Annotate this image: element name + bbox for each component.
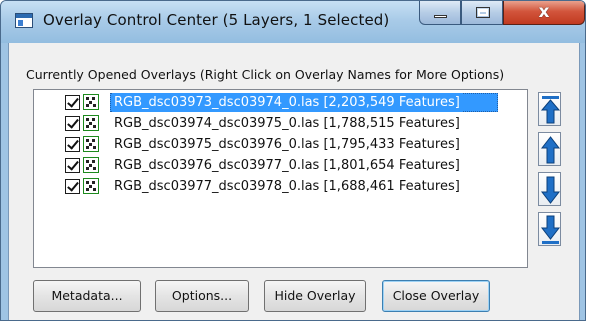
- metadata-button[interactable]: Metadata...: [33, 280, 141, 312]
- point-cloud-layer-icon: [83, 157, 99, 173]
- overlays-group-label: Currently Opened Overlays (Right Click o…: [26, 67, 505, 82]
- overlay-name: RGB_dsc03973_dsc03974_0.las [2,203,549 F…: [112, 93, 462, 112]
- move-to-bottom-icon: [540, 215, 561, 244]
- point-cloud-layer-icon: [83, 178, 99, 194]
- overlay-name: RGB_dsc03976_dsc03977_0.las [1,801,654 F…: [114, 158, 460, 173]
- overlay-name: RGB_dsc03975_dsc03976_0.las [1,795,433 F…: [114, 137, 460, 152]
- overlay-visibility-checkbox[interactable]: [65, 158, 80, 173]
- hide-overlay-button[interactable]: Hide Overlay: [264, 280, 366, 312]
- move-down-icon: [540, 176, 561, 204]
- close-window-button[interactable]: x: [503, 1, 585, 25]
- overlay-visibility-checkbox[interactable]: [65, 179, 80, 194]
- close-overlay-button[interactable]: Close Overlay: [382, 280, 490, 312]
- minimize-button[interactable]: [419, 1, 461, 25]
- move-up-icon: [540, 136, 561, 164]
- maximize-button[interactable]: [461, 1, 503, 25]
- overlay-list-item[interactable]: RGB_dsc03975_dsc03976_0.las [1,795,433 F…: [36, 135, 524, 154]
- overlay-name: RGB_dsc03977_dsc03978_0.las [1,688,461 F…: [114, 179, 460, 194]
- overlay-list-item[interactable]: RGB_dsc03976_dsc03977_0.las [1,801,654 F…: [36, 156, 524, 175]
- move-down-button[interactable]: [538, 172, 561, 206]
- minimize-icon: [434, 15, 447, 18]
- move-up-button[interactable]: [538, 132, 561, 166]
- overlay-list-item[interactable]: RGB_dsc03973_dsc03974_0.las [2,203,549 F…: [36, 93, 524, 112]
- move-to-top-icon: [540, 96, 561, 124]
- overlay-visibility-checkbox[interactable]: [65, 95, 80, 110]
- move-to-bottom-button[interactable]: [538, 212, 561, 246]
- window-title: Overlay Control Center (5 Layers, 1 Sele…: [43, 11, 390, 29]
- overlay-visibility-checkbox[interactable]: [65, 137, 80, 152]
- overlay-name: RGB_dsc03974_dsc03975_0.las [1,788,515 F…: [114, 116, 460, 131]
- overlay-visibility-checkbox[interactable]: [65, 116, 80, 131]
- options-button[interactable]: Options...: [155, 280, 249, 312]
- move-to-top-button[interactable]: [538, 92, 561, 126]
- app-window-icon: [15, 13, 33, 28]
- point-cloud-layer-icon: [83, 115, 99, 131]
- title-bar[interactable]: Overlay Control Center (5 Layers, 1 Sele…: [1, 1, 585, 43]
- maximize-icon: [476, 7, 490, 18]
- close-icon: x: [538, 2, 550, 22]
- point-cloud-layer-icon: [83, 136, 99, 152]
- overlay-list[interactable]: RGB_dsc03973_dsc03974_0.las [2,203,549 F…: [33, 89, 528, 268]
- overlay-list-item[interactable]: RGB_dsc03977_dsc03978_0.las [1,688,461 F…: [36, 177, 524, 196]
- point-cloud-layer-icon: [83, 94, 99, 110]
- overlay-list-item[interactable]: RGB_dsc03974_dsc03975_0.las [1,788,515 F…: [36, 114, 524, 133]
